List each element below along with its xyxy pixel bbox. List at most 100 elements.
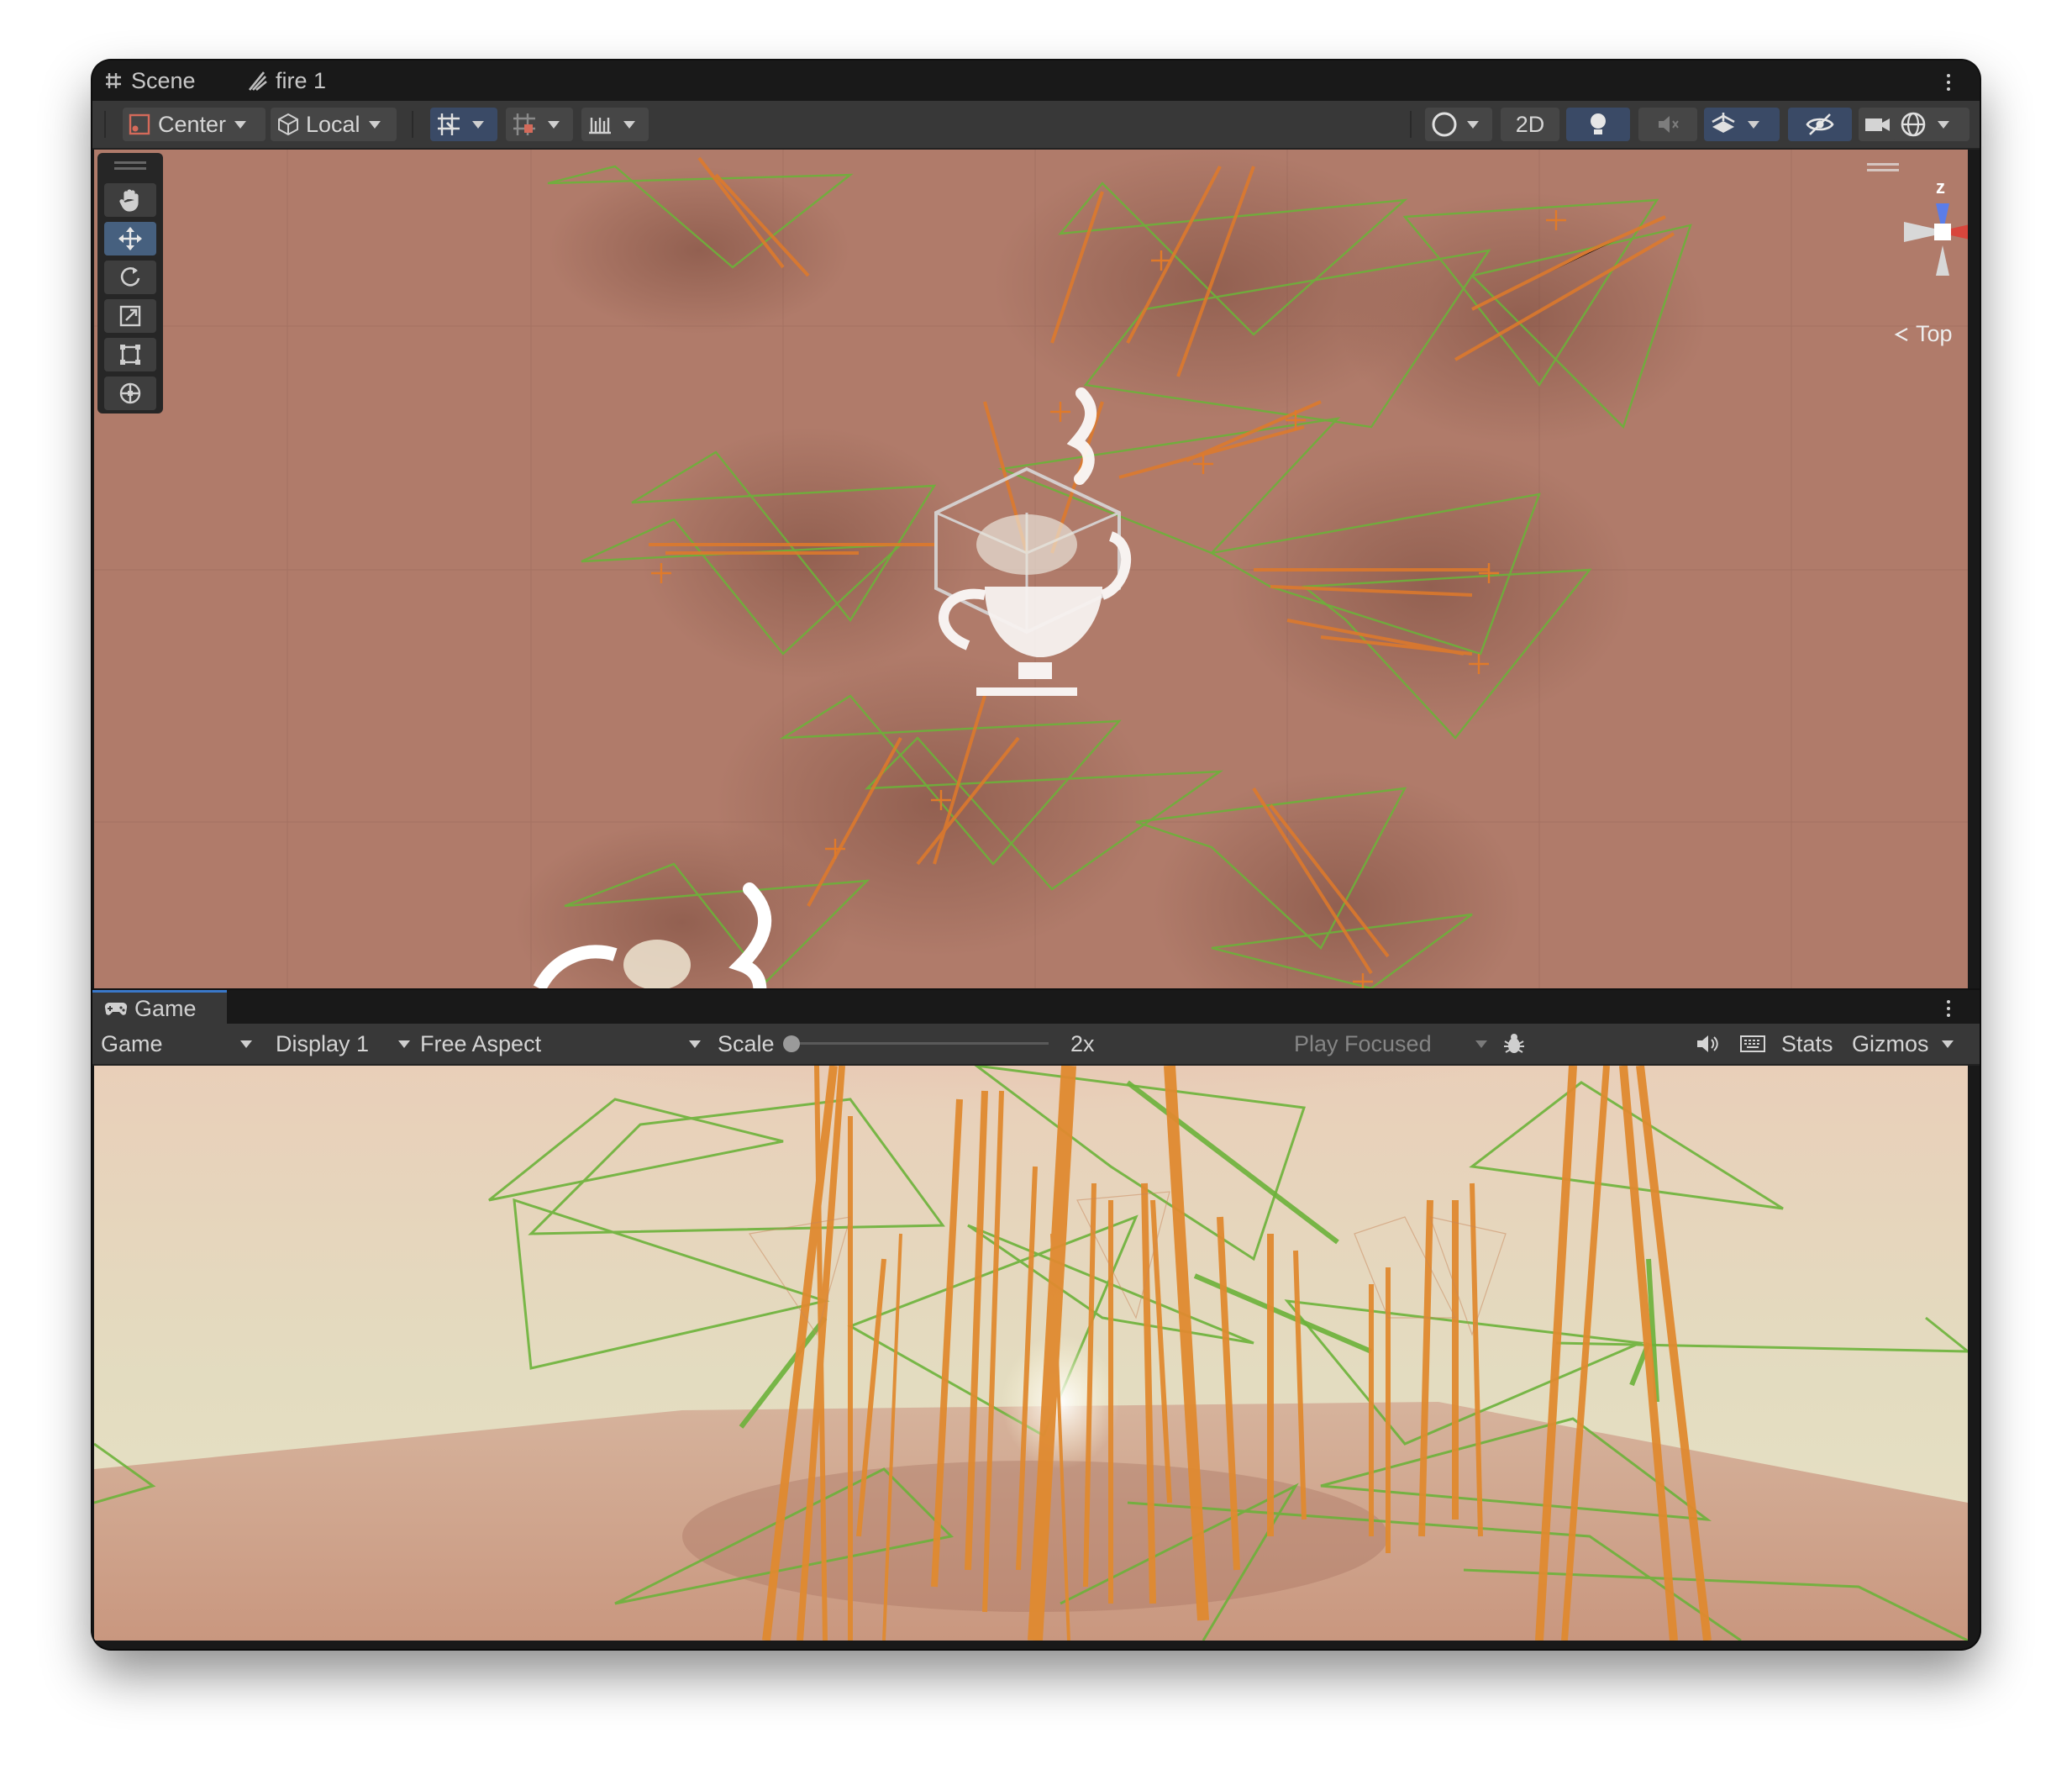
transform-icon xyxy=(119,382,141,404)
hand-tool-button[interactable] xyxy=(104,183,156,217)
stats-button[interactable]: Stats xyxy=(1781,1024,1833,1064)
hand-icon xyxy=(119,189,139,212)
scale-label: Scale xyxy=(718,1030,775,1056)
local-cube-icon xyxy=(278,113,298,136)
chevron-down-icon xyxy=(398,1040,410,1048)
rotate-icon xyxy=(120,266,140,287)
panel-drag-handle xyxy=(114,167,146,170)
game-mode-label: Game xyxy=(101,1030,163,1056)
rotate-tool-button[interactable] xyxy=(104,261,156,294)
2d-toggle-button[interactable]: 2D xyxy=(1501,108,1559,141)
orientation-gizmo[interactable] xyxy=(1892,170,1968,304)
lock-icon[interactable] xyxy=(1966,178,1968,197)
debug-button[interactable] xyxy=(1497,1024,1531,1064)
neg-z-axis-cone[interactable] xyxy=(1936,245,1949,276)
chevron-down-icon xyxy=(1467,120,1479,129)
scale-slider-track[interactable] xyxy=(788,1042,1049,1045)
projection-center-cube[interactable] xyxy=(1934,224,1951,240)
tab-game-label: Game xyxy=(134,996,197,1021)
transform-tool-button[interactable] xyxy=(104,377,156,410)
z-axis-label: z xyxy=(1936,176,1945,198)
game-tab-bar: Game xyxy=(92,988,1980,1025)
pivot-rotation-label: Local xyxy=(306,111,360,137)
mute-audio-button[interactable] xyxy=(1691,1024,1724,1064)
x-axis-cone[interactable] xyxy=(1951,222,1968,242)
display-label: Display 1 xyxy=(276,1030,370,1056)
toolbar-separator xyxy=(412,111,413,138)
rect-tool-button[interactable] xyxy=(104,338,156,371)
chevron-down-icon xyxy=(240,1040,252,1048)
aspect-ratio-label: Free Aspect xyxy=(420,1030,542,1056)
chevron-down-icon xyxy=(548,120,560,129)
increment-snap-toggle[interactable] xyxy=(506,108,573,141)
camera-icon xyxy=(1865,119,1890,131)
keyboard-shortcuts-button[interactable] xyxy=(1736,1024,1770,1064)
tab-fire-1-label: fire 1 xyxy=(276,67,327,93)
pivot-mode-label: Center xyxy=(158,111,227,137)
game-menu-kebab-icon[interactable] xyxy=(1946,998,1951,1019)
toolbar-separator xyxy=(104,111,106,138)
panel-drag-handle[interactable] xyxy=(114,161,146,164)
scale-icon xyxy=(119,305,141,327)
play-mode-label: Play Focused xyxy=(1294,1030,1432,1056)
tab-scene-label: Scene xyxy=(131,67,196,93)
audio-mute-icon xyxy=(1659,116,1679,133)
scene-toolbar: Center Local 2D xyxy=(92,101,1980,150)
pivot-mode-dropdown[interactable]: Center xyxy=(123,108,266,141)
audio-mute-toggle[interactable] xyxy=(1638,108,1697,141)
tab-game[interactable]: Game xyxy=(92,990,227,1025)
view-mode-toggle[interactable]: Top xyxy=(1892,321,1953,347)
ruler-icon xyxy=(589,118,611,134)
grid-snap-icon xyxy=(438,113,460,135)
ruler-toggle[interactable] xyxy=(581,108,649,141)
gamepad-icon xyxy=(104,1002,128,1015)
shading-mode-icon xyxy=(1432,112,1457,137)
scene-render xyxy=(94,150,1968,988)
scene-tab-bar: Scene fire 1 xyxy=(92,61,1980,101)
aspect-ratio-dropdown[interactable]: Free Aspect xyxy=(420,1024,701,1064)
scene-viewport[interactable]: z x Top xyxy=(94,150,1968,988)
chevron-down-icon xyxy=(689,1040,701,1048)
scene-tools-panel xyxy=(97,153,163,413)
display-dropdown[interactable]: Display 1 xyxy=(276,1024,410,1064)
gizmo-drag-handle[interactable] xyxy=(1867,163,1899,166)
grid-snap-toggle[interactable] xyxy=(430,108,497,141)
move-tool-button[interactable] xyxy=(104,222,156,255)
scene-menu-kebab-icon[interactable] xyxy=(1946,72,1951,92)
tab-fire-1[interactable]: fire 1 xyxy=(247,61,326,101)
lighting-toggle[interactable] xyxy=(1566,108,1630,141)
effects-dropdown[interactable] xyxy=(1704,108,1780,141)
rect-transform-icon xyxy=(120,345,140,365)
bug-icon xyxy=(1504,1034,1524,1053)
2d-label: 2D xyxy=(1515,111,1545,137)
gizmos-dropdown[interactable] xyxy=(1894,108,1969,141)
game-viewport[interactable] xyxy=(94,1066,1968,1641)
game-render xyxy=(94,1066,1968,1641)
pivot-center-icon xyxy=(129,113,150,135)
game-mode-dropdown[interactable]: Game xyxy=(101,1024,260,1064)
gizmos-menu-dropdown[interactable] xyxy=(1938,1024,1958,1064)
play-mode-dropdown[interactable]: Play Focused xyxy=(1294,1024,1487,1064)
keyboard-icon xyxy=(1740,1035,1765,1052)
scene-grid-icon xyxy=(106,73,121,88)
scale-slider-thumb[interactable] xyxy=(783,1035,800,1052)
chevron-down-icon xyxy=(368,120,381,129)
gizmos-toggle-button[interactable]: Gizmos xyxy=(1852,1024,1929,1064)
chevron-down-icon xyxy=(1748,120,1759,129)
scale-tool-button[interactable] xyxy=(104,299,156,333)
tab-scene[interactable]: Scene xyxy=(104,61,196,101)
chevron-down-icon xyxy=(1475,1040,1487,1048)
chevron-left-icon xyxy=(1894,327,1908,341)
shading-mode-dropdown[interactable] xyxy=(1425,108,1492,141)
pivot-rotation-dropdown[interactable]: Local xyxy=(271,108,397,141)
chevron-down-icon xyxy=(234,120,247,129)
effects-icon xyxy=(1712,113,1735,133)
scale-value: 2x xyxy=(1070,1030,1095,1056)
view-mode-label: Top xyxy=(1916,321,1953,346)
speaker-icon xyxy=(1697,1035,1718,1052)
gizmos-icon xyxy=(1901,112,1926,137)
scene-visibility-toggle[interactable] xyxy=(1788,108,1852,141)
increment-snap-icon xyxy=(513,113,535,135)
neg-x-axis-cone[interactable] xyxy=(1904,222,1934,242)
unity-editor-window: Scene fire 1 Center Local 2D z Top Game … xyxy=(92,61,1980,1649)
